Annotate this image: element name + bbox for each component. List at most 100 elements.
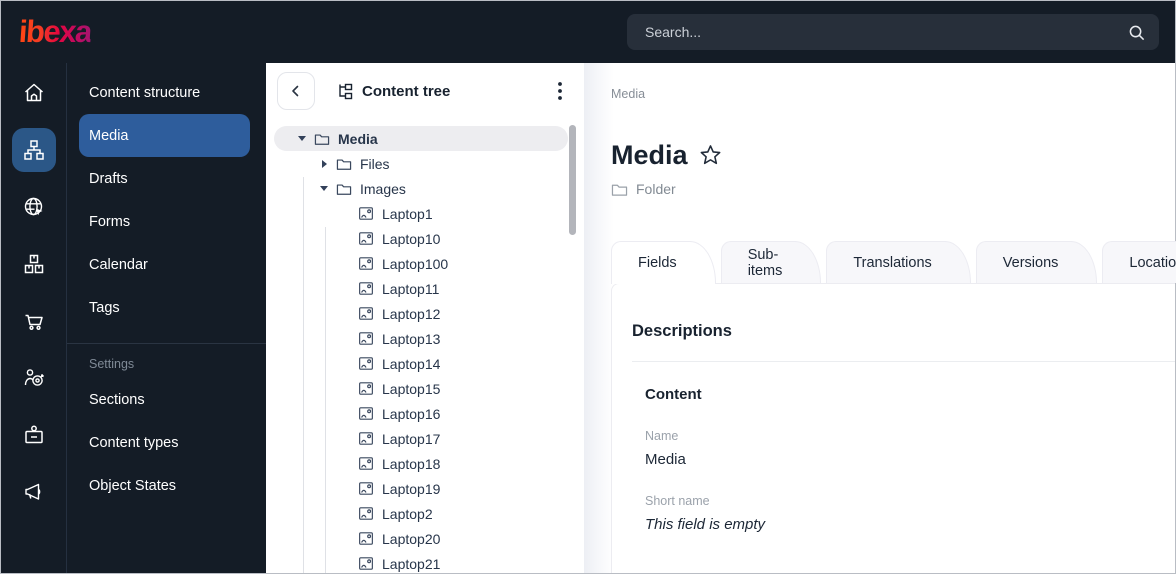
star-icon[interactable] [698,143,723,168]
collapse-tree-button[interactable] [277,72,315,110]
section-title: Descriptions [632,322,732,340]
sidebar-settings-label: Settings [89,357,135,371]
tree-item-laptop20[interactable]: Laptop20 [266,526,584,551]
tree-item-label: Laptop11 [382,280,440,297]
sidebar-main-items: Content structure Media Drafts Forms Calenda… [67,71,266,329]
image-icon [359,532,373,545]
folder-icon [314,133,330,145]
field-list: Name Media Short name This field is empty [632,429,1175,533]
tree-item-laptop10[interactable]: Laptop10 [266,226,584,251]
search-icon[interactable] [1127,23,1146,42]
tree-item-laptop18[interactable]: Laptop18 [266,451,584,476]
megaphone-icon[interactable] [12,470,56,514]
sidebar-settings-items: Sections Content types Object States [67,378,266,507]
caret-right-icon[interactable] [319,159,329,168]
fields-card: Descriptions Content Name Media Short name… [611,283,1175,573]
sidebar-item-content-structure[interactable]: Content structure [67,71,266,114]
tree-item-laptop21[interactable]: Laptop21 [266,551,584,573]
tree-item-laptop16[interactable]: Laptop16 [266,401,584,426]
tree-item-label: Laptop10 [382,230,441,247]
tab-translations[interactable]: Translations [826,241,971,283]
tree-item-laptop2[interactable]: Laptop2 [266,501,584,526]
tree-item-files[interactable]: Files [266,151,584,176]
image-icon [359,407,373,420]
image-icon [359,507,373,520]
tree-item-laptop19[interactable]: Laptop19 [266,476,584,501]
tree-rows: Media Files Images Laptop1 Laptop10 Laptop100… [266,126,584,573]
sidebar-item-object-states[interactable]: Object States [67,464,266,507]
tree-item-label: Laptop15 [382,380,441,397]
caret-down-icon[interactable] [319,186,329,191]
tree-item-label: Laptop2 [382,505,433,522]
tree-item-label: Laptop13 [382,330,441,347]
tree-item-laptop14[interactable]: Laptop14 [266,351,584,376]
person-target-icon[interactable] [12,356,56,400]
sitemap-icon[interactable] [11,128,56,172]
hierarchy-icon [339,83,353,99]
tree-item-laptop12[interactable]: Laptop12 [266,301,584,326]
field-name: Name Media [645,429,1175,468]
image-icon [359,382,373,395]
sidebar-item-sections[interactable]: Sections [67,378,266,421]
tree-item-laptop13[interactable]: Laptop13 [266,326,584,351]
folder-icon [336,158,352,170]
sidebar-item-calendar[interactable]: Calendar [67,243,266,286]
folder-icon [336,183,352,195]
sidebar-item-forms[interactable]: Forms [67,200,266,243]
image-icon [359,282,373,295]
tab-versions[interactable]: Versions [975,241,1098,283]
kebab-menu-icon[interactable] [548,76,572,106]
tree-scrollbar[interactable] [569,125,576,235]
tree-item-label: Laptop20 [382,530,441,547]
id-badge-icon[interactable] [12,413,56,457]
tree-item-laptop15[interactable]: Laptop15 [266,376,584,401]
image-icon [359,482,373,495]
tab-sub-items[interactable]: Sub-items [720,241,822,283]
image-icon [359,432,373,445]
tree-item-label: Laptop14 [382,355,441,372]
sidebar-divider [67,343,266,344]
tree-item-laptop100[interactable]: Laptop100 [266,251,584,276]
sidebar-menu: Content structure Media Drafts Forms Calenda… [67,63,266,573]
tree-item-label: Laptop19 [382,480,441,497]
cart-icon[interactable] [12,299,56,343]
field-value: This field is empty [645,516,766,533]
image-icon [359,557,373,570]
content-type-row: Folder [611,179,1175,199]
folder-icon [611,184,628,196]
sidebar-item-tags[interactable]: Tags [67,286,266,329]
sidebar-item-drafts[interactable]: Drafts [67,157,266,200]
tree-item-laptop1[interactable]: Laptop1 [266,201,584,226]
tree-item-laptop11[interactable]: Laptop11 [266,276,584,301]
main-content: Media Media Folder Fields Sub-items Transl… [584,63,1176,573]
tab-locations[interactable]: Locations [1102,241,1176,283]
field-label: Short name [645,494,710,508]
sidebar-item-media[interactable]: Media [79,114,250,157]
packages-icon[interactable] [12,242,56,286]
image-icon [359,357,373,370]
image-icon [359,332,373,345]
search-input[interactable] [645,24,1127,40]
image-icon [359,307,373,320]
page-title: Media [611,139,688,170]
tab-fields[interactable]: Fields [611,241,716,284]
field-label: Name [645,429,679,443]
content-tree-title-text: Content tree [362,82,451,100]
tree-item-label: Laptop16 [382,405,441,422]
image-icon [359,457,373,470]
image-icon [359,257,373,270]
tree-item-media[interactable]: Media [274,126,568,151]
content-tree-header: Content tree [266,63,584,119]
content-tree-title: Content tree [337,83,450,100]
global-search[interactable] [627,14,1159,50]
tab-bar: Fields Sub-items Translations Versions Locat… [611,241,1176,284]
caret-down-icon[interactable] [297,136,307,141]
tree-item-laptop17[interactable]: Laptop17 [266,426,584,451]
breadcrumb[interactable]: Media [611,87,1175,101]
tree-item-images[interactable]: Images [266,176,584,201]
sidebar-item-content-types[interactable]: Content types [67,421,266,464]
content-tree-panel: Content tree Media Files Images Laptop1 Lapt… [266,63,584,573]
ibexa-logo: ibexa [17,14,93,49]
globe-cursor-icon[interactable] [12,185,56,229]
home-icon[interactable] [12,71,56,115]
